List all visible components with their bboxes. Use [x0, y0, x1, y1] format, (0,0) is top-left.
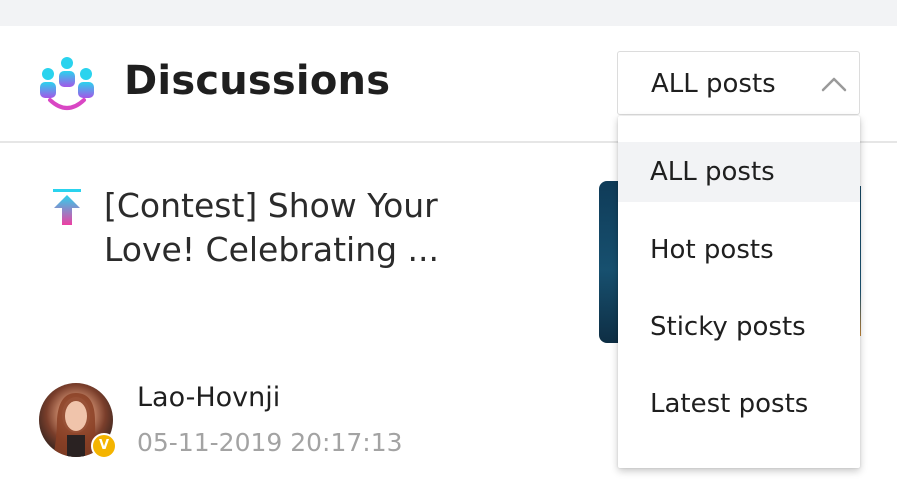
- dropdown-item-hot-posts[interactable]: Hot posts: [618, 220, 860, 280]
- sort-select[interactable]: ALL posts: [617, 51, 860, 115]
- post-title[interactable]: [Contest] Show Your Love! Celebrating ..…: [104, 184, 524, 272]
- dropdown-item-label: ALL posts: [650, 157, 775, 187]
- verified-badge: V: [91, 433, 117, 459]
- dropdown-item-all-posts[interactable]: ALL posts: [618, 142, 860, 202]
- pinned-arrow-up-icon: [53, 189, 81, 225]
- page-title: Discussions: [124, 58, 391, 104]
- chevron-up-icon: [821, 77, 847, 92]
- sort-select-value: ALL posts: [651, 69, 776, 99]
- dropdown-item-sticky-posts[interactable]: Sticky posts: [618, 297, 860, 357]
- author-name[interactable]: Lao-Hovnji: [137, 382, 280, 413]
- dropdown-item-label: Latest posts: [650, 389, 809, 419]
- dropdown-item-label: Hot posts: [650, 235, 774, 265]
- post-thumbnail[interactable]: [599, 181, 619, 343]
- community-people-icon: [40, 57, 94, 110]
- top-status-strip: [0, 0, 897, 26]
- dropdown-item-label: Sticky posts: [650, 312, 806, 342]
- post-title-line2: Love! Celebrating ...: [104, 230, 440, 269]
- sort-dropdown-menu: ALL posts Hot posts Sticky posts Latest …: [618, 116, 860, 468]
- dropdown-item-latest-posts[interactable]: Latest posts: [618, 374, 860, 434]
- post-timestamp: 05-11-2019 20:17:13: [137, 428, 403, 457]
- post-title-line1: [Contest] Show Your: [104, 186, 438, 225]
